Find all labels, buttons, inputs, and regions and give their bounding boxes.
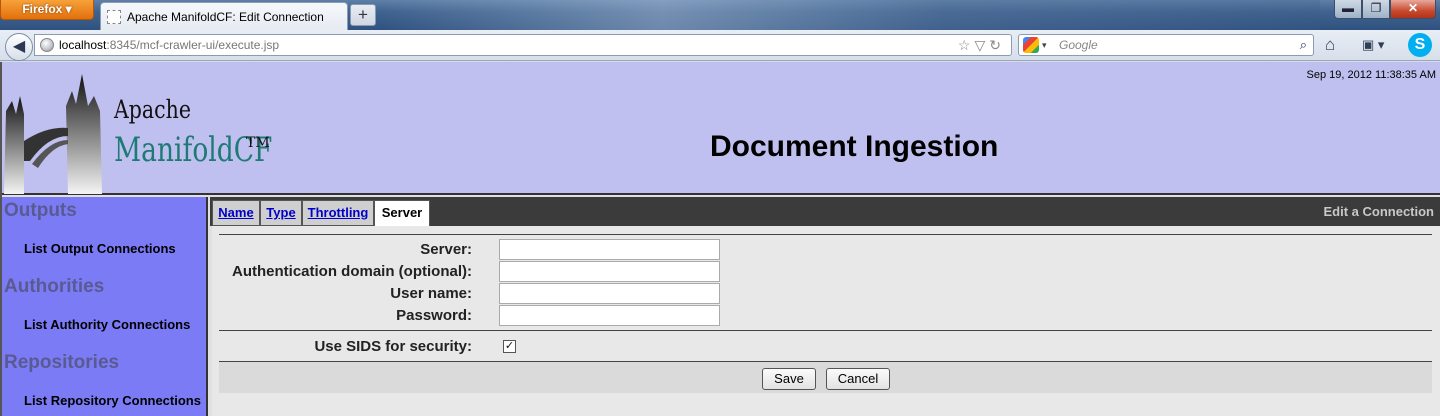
firefox-menu-label: Firefox <box>22 2 63 16</box>
sidebar: Outputs List Output Connections Authorit… <box>2 197 208 416</box>
header-banner: Apache ManifoldCF TM Sep 19, 2012 11:38:… <box>2 62 1440 195</box>
auth-domain-label: Authentication domain (optional): <box>232 263 472 280</box>
google-icon[interactable] <box>1023 37 1039 53</box>
use-sids-label: Use SIDS for security: <box>314 338 472 355</box>
maximize-button[interactable]: ❐ <box>1362 0 1390 19</box>
titlebar-background <box>380 0 1320 30</box>
tab-type[interactable]: Type <box>260 200 302 226</box>
search-icon[interactable]: ⌕ <box>1300 35 1307 55</box>
browser-tab-active[interactable]: Apache ManifoldCF: Edit Connection <box>100 2 348 30</box>
url-path: :8345/mcf-crawler-ui/execute.jsp <box>106 38 280 52</box>
username-input[interactable] <box>499 283 720 304</box>
tab-server[interactable]: Server <box>374 200 430 226</box>
tab-throttling[interactable]: Throttling <box>302 200 374 226</box>
search-placeholder: Google <box>1059 38 1098 52</box>
bookmark-star-icon[interactable]: ☆ <box>958 37 975 53</box>
back-arrow-icon: ◀ <box>12 38 26 55</box>
username-label: User name: <box>390 285 472 302</box>
password-label: Password: <box>396 307 472 324</box>
logo-apache-text: Apache <box>114 95 191 124</box>
use-sids-checkbox[interactable]: ✓ <box>503 340 516 353</box>
sidebar-link-authority-connections[interactable]: List Authority Connections <box>24 317 190 332</box>
site-identity-icon[interactable] <box>40 38 54 52</box>
manifoldcf-logo-icon <box>4 74 102 194</box>
save-button[interactable]: Save <box>762 368 816 390</box>
page-content: Apache ManifoldCF TM Sep 19, 2012 11:38:… <box>0 62 1440 416</box>
tab-bar: Name Type Throttling Server Edit a Conne… <box>210 197 1440 226</box>
url-host: localhost <box>59 38 107 52</box>
logo-trademark: TM <box>246 135 270 151</box>
sidebar-heading-outputs: Outputs <box>4 200 77 221</box>
close-icon: ✕ <box>1407 1 1419 15</box>
search-engine-dropdown-icon[interactable]: ▾ <box>1042 35 1047 55</box>
server-form: Server: Authentication domain (optional)… <box>212 226 1440 416</box>
page-favicon-icon <box>107 9 121 24</box>
home-icon[interactable]: ⌂ <box>1325 36 1343 54</box>
server-label: Server: <box>420 241 472 258</box>
bookmarks-menu-icon[interactable]: ▣ ▾ <box>1362 37 1396 53</box>
sidebar-heading-authorities: Authorities <box>4 276 105 297</box>
new-tab-button[interactable]: + <box>350 4 376 26</box>
current-datetime: Sep 19, 2012 11:38:35 AM <box>1306 69 1436 81</box>
url-bar[interactable]: localhost:8345/mcf-crawler-ui/execute.js… <box>34 34 1012 56</box>
search-bar[interactable]: ▾ Google ⌕ <box>1018 34 1314 56</box>
browser-tab-title: Apache ManifoldCF: Edit Connection <box>127 9 324 24</box>
maximize-icon: ❐ <box>1370 1 1382 15</box>
edit-connection-label: Edit a Connection <box>1323 204 1435 219</box>
close-window-button[interactable]: ✕ <box>1390 0 1436 19</box>
sidebar-link-output-connections[interactable]: List Output Connections <box>24 241 176 256</box>
password-input[interactable] <box>499 305 720 326</box>
minimize-button[interactable]: ▬ <box>1334 0 1362 19</box>
tab-name[interactable]: Name <box>212 200 260 226</box>
history-dropdown-icon[interactable]: ▽ <box>974 37 989 53</box>
divider <box>219 234 1432 235</box>
window-controls: ▬ ❐ ✕ <box>1334 0 1436 19</box>
reload-icon[interactable]: ↻ <box>989 37 1005 53</box>
sidebar-heading-repositories: Repositories <box>4 352 120 373</box>
divider <box>219 330 1432 331</box>
url-bar-actions: ☆▽↻ <box>958 35 1005 55</box>
cancel-button[interactable]: Cancel <box>826 368 890 390</box>
server-input[interactable] <box>499 239 720 260</box>
back-button[interactable]: ◀ <box>5 33 33 61</box>
sidebar-link-repository-connections[interactable]: List Repository Connections <box>24 393 201 408</box>
auth-domain-input[interactable] <box>499 261 720 282</box>
plus-icon: + <box>358 5 368 24</box>
skype-icon[interactable]: S <box>1408 33 1432 57</box>
firefox-menu-button[interactable]: Firefox ▾ <box>0 0 94 20</box>
minimize-icon: ▬ <box>1342 1 1354 15</box>
button-row: Save Cancel <box>219 362 1432 393</box>
page-title: Document Ingestion <box>710 130 999 163</box>
